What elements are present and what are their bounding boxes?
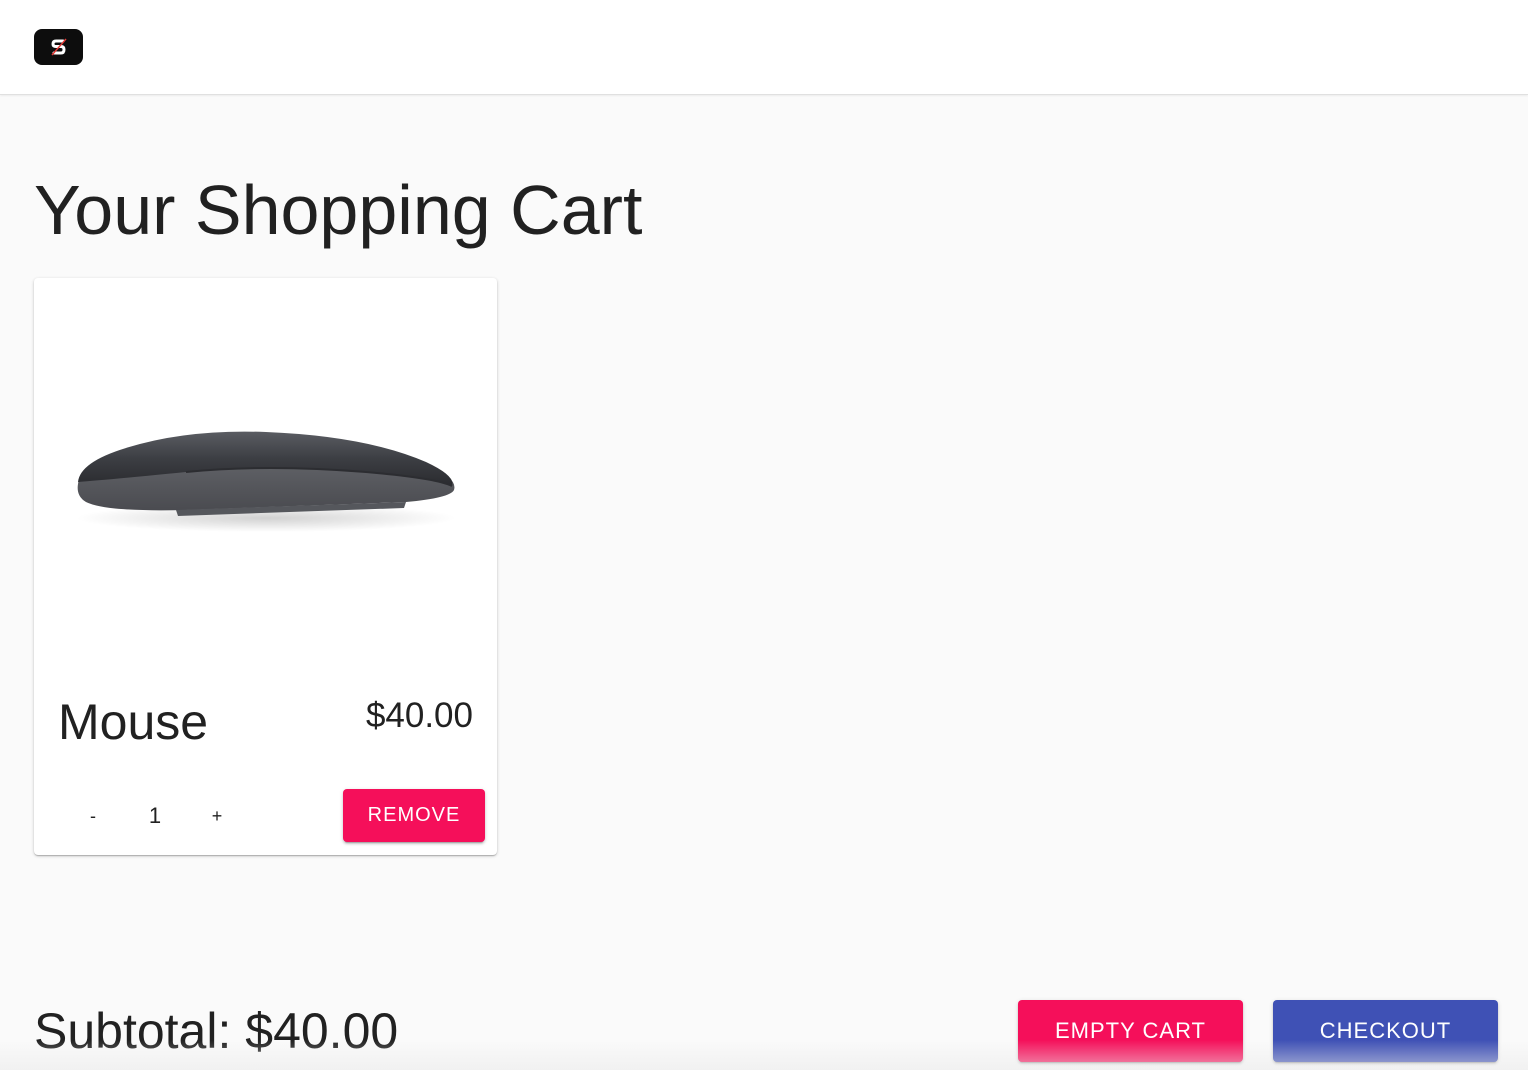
increase-quantity-button[interactable]: + [197, 798, 237, 834]
commerce-logo-icon[interactable] [34, 29, 83, 65]
empty-cart-button[interactable]: EMPTY CART [1018, 1000, 1243, 1062]
quantity-value: 1 [148, 803, 162, 828]
subtotal: Subtotal: $40.00 [34, 1003, 399, 1059]
cart-item-card: Mouse $40.00 - 1 + REMOVE [34, 278, 497, 855]
product-price: $40.00 [365, 696, 473, 735]
mouse-product-image [34, 278, 497, 673]
remove-item-button[interactable]: REMOVE [343, 789, 485, 842]
page-title: Your Shopping Cart [34, 171, 643, 249]
product-name: Mouse [58, 694, 209, 750]
decrease-quantity-button[interactable]: - [73, 798, 113, 834]
checkout-button[interactable]: CHECKOUT [1273, 1000, 1498, 1062]
app-bar [0, 0, 1528, 95]
